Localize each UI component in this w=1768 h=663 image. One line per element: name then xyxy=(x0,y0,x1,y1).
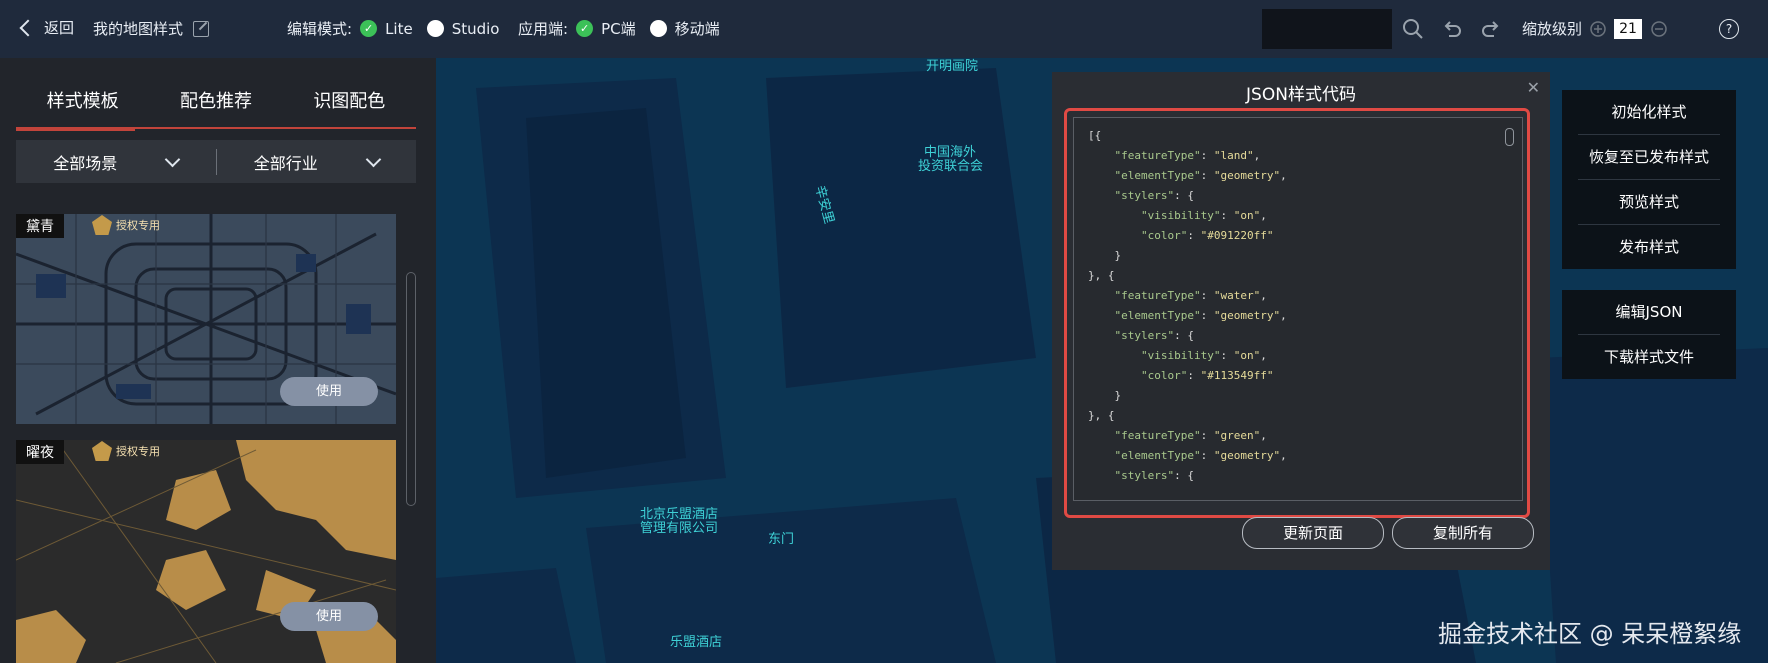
json-code-editor[interactable]: [{ "featureType": "land", "elementType":… xyxy=(1073,117,1523,501)
use-button[interactable]: 使用 xyxy=(280,377,378,406)
map-label: 中国海外 xyxy=(924,145,977,160)
edit-mode-label: 编辑模式: xyxy=(287,20,353,38)
auth-badge: 授权专用 xyxy=(92,215,160,235)
industry-filter-label: 全部行业 xyxy=(253,153,318,173)
map-name-text: 我的地图样式 xyxy=(93,20,184,38)
radio-pc[interactable]: ✓ xyxy=(576,20,594,37)
crown-icon xyxy=(92,215,112,235)
search-box[interactable] xyxy=(1262,9,1392,49)
restore-published-button[interactable]: 恢复至已发布样式 xyxy=(1578,135,1720,180)
tab-style-templates[interactable]: 样式模板 xyxy=(16,85,149,131)
download-style-button[interactable]: 下载样式文件 xyxy=(1578,335,1720,379)
template-card-daiqing[interactable]: 黛青 授权专用 使用 xyxy=(16,214,396,424)
map-label: 投资联合会 xyxy=(918,159,984,174)
top-bar: 返回 我的地图样式 编辑模式: ✓ Lite Studio 应用端: ✓ PC端… xyxy=(0,0,1768,58)
chevron-left-icon xyxy=(19,19,37,36)
undo-icon[interactable] xyxy=(1441,18,1463,40)
zoom-label: 缩放级别 xyxy=(1522,20,1583,38)
template-scrollbar[interactable] xyxy=(406,272,416,506)
platform-group: 应用端: ✓ PC端 移动端 xyxy=(518,18,720,39)
auth-badge-label: 授权专用 xyxy=(116,219,160,232)
radio-mobile[interactable] xyxy=(649,20,667,37)
json-code[interactable]: [{ "featureType": "land", "elementType":… xyxy=(1074,118,1522,494)
edit-json-button[interactable]: 编辑JSON xyxy=(1578,290,1720,335)
industry-filter[interactable]: 全部行业 xyxy=(217,150,417,174)
action-panel-secondary: 编辑JSON 下载样式文件 xyxy=(1562,290,1736,379)
chevron-down-icon xyxy=(365,151,382,167)
publish-style-button[interactable]: 发布样式 xyxy=(1578,225,1720,269)
back-label: 返回 xyxy=(44,19,75,37)
map-label: 北京乐盟酒店 xyxy=(640,507,719,522)
map-label: 乐盟酒店 xyxy=(670,635,723,650)
zoom-value[interactable]: 21 xyxy=(1614,19,1642,39)
platform-label: 应用端: xyxy=(518,20,569,38)
action-panel-primary: 初始化样式 恢复至已发布样式 预览样式 发布样式 xyxy=(1562,90,1736,269)
scene-filter-label: 全部场景 xyxy=(53,153,118,173)
edit-mode-group: 编辑模式: ✓ Lite Studio xyxy=(287,18,499,39)
template-card-yaoye[interactable]: 曜夜 授权专用 使用 xyxy=(16,440,396,663)
edit-mode-lite-label: Lite xyxy=(385,19,413,38)
zoom-in-icon[interactable] xyxy=(1590,21,1606,37)
map-label: 东门 xyxy=(768,532,795,547)
watermark: 掘金技术社区 @ 呆呆橙絮缘 xyxy=(1438,620,1742,648)
left-panel: 样式模板 配色推荐 识图配色 全部场景 全部行业 黛青 授权专用 使用 曜夜 授… xyxy=(0,58,436,663)
template-tabs: 样式模板 配色推荐 识图配色 xyxy=(16,85,416,131)
edit-icon[interactable] xyxy=(193,20,210,37)
code-scrollbar[interactable] xyxy=(1505,128,1514,146)
template-name: 曜夜 xyxy=(16,440,64,464)
redo-icon[interactable] xyxy=(1480,18,1502,40)
back-button[interactable]: 返回 xyxy=(19,17,75,38)
zoom-out-icon[interactable] xyxy=(1651,21,1667,37)
platform-mobile-label: 移动端 xyxy=(674,20,720,38)
filter-bar: 全部场景 全部行业 xyxy=(16,140,416,183)
auth-badge-label: 授权专用 xyxy=(116,445,160,458)
preview-style-button[interactable]: 预览样式 xyxy=(1578,180,1720,225)
copy-all-button[interactable]: 复制所有 xyxy=(1392,517,1534,549)
crown-icon xyxy=(92,441,112,461)
help-icon[interactable]: ? xyxy=(1719,19,1739,39)
chevron-down-icon xyxy=(164,151,181,167)
template-name: 黛青 xyxy=(16,214,64,238)
search-icon[interactable] xyxy=(1402,18,1424,40)
use-button[interactable]: 使用 xyxy=(280,602,378,631)
close-icon[interactable]: ✕ xyxy=(1527,78,1540,97)
edit-mode-studio-label: Studio xyxy=(451,19,500,38)
dialog-title: JSON样式代码 xyxy=(1246,85,1356,105)
tab-color-recommend[interactable]: 配色推荐 xyxy=(149,85,282,127)
tab-image-color[interactable]: 识图配色 xyxy=(283,85,416,127)
map-label: 开明画院 xyxy=(926,59,979,74)
update-page-button[interactable]: 更新页面 xyxy=(1242,517,1384,549)
scene-filter[interactable]: 全部场景 xyxy=(16,150,216,174)
platform-pc-label: PC端 xyxy=(601,20,636,38)
auth-badge: 授权专用 xyxy=(92,441,160,461)
radio-studio[interactable] xyxy=(426,20,444,37)
json-dialog: JSON样式代码 ✕ [{ "featureType": "land", "el… xyxy=(1052,72,1550,570)
radio-lite[interactable]: ✓ xyxy=(360,20,378,37)
map-label: 管理有限公司 xyxy=(640,521,719,536)
code-highlight: [{ "featureType": "land", "elementType":… xyxy=(1064,108,1530,518)
map-name: 我的地图样式 xyxy=(93,18,210,39)
init-style-button[interactable]: 初始化样式 xyxy=(1578,90,1720,135)
